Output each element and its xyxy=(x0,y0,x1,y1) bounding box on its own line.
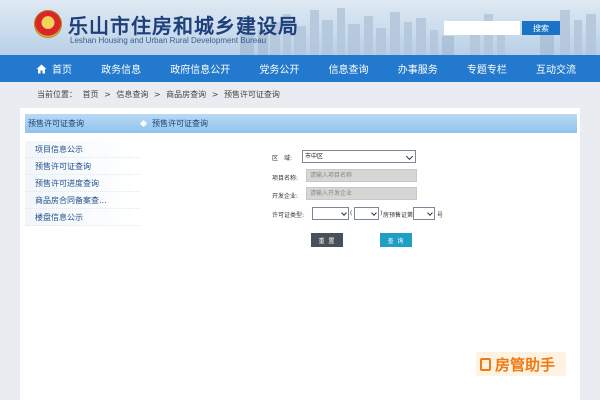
breadcrumb-separator: > xyxy=(153,90,161,99)
home-icon xyxy=(36,64,47,73)
chevron-down-icon xyxy=(371,210,377,216)
breadcrumb-housing-query[interactable]: 商品房查询 xyxy=(166,90,206,99)
nav-item-special-topics[interactable]: 专题专栏 xyxy=(467,61,507,76)
nav-item-party-affairs[interactable]: 党务公开 xyxy=(259,61,299,76)
breadcrumb-separator: > xyxy=(211,90,219,99)
nav-item-label: 首页 xyxy=(52,65,72,76)
main-nav: 首页 政务信息 政府信息公开 党务公开 信息查询 办事服务 专题专栏 互动交流 xyxy=(0,55,600,82)
nav-item-services[interactable]: 办事服务 xyxy=(398,61,438,76)
sidebar-title: 预售许可证查询 xyxy=(25,114,139,133)
license-number-select[interactable] xyxy=(413,207,435,220)
license-mid-label: 房预售证第 xyxy=(383,212,414,219)
sidebar-item-presale-license[interactable]: 预售许可证查询 xyxy=(25,158,139,175)
nav-item-government-info[interactable]: 政务信息 xyxy=(101,61,141,76)
project-name-input[interactable]: 请输入项目名称 xyxy=(306,169,417,182)
developer-label: 开发企业: xyxy=(272,193,299,200)
sidebar-item-license-progress[interactable]: 预售许可进度查询 xyxy=(25,175,139,192)
site-title: 乐山市住房和城乡建设局 xyxy=(68,14,299,38)
content-title-bar: 预售许可证查询 xyxy=(131,114,577,133)
watermark-text: 房管助手 xyxy=(495,355,556,374)
site-header: 乐山市住房和城乡建设局 Leshan Housing and Urban Rur… xyxy=(0,0,600,55)
house-manager-logo-icon xyxy=(480,357,491,371)
watermark-badge: 房管助手 xyxy=(476,352,566,376)
content-title: 预售许可证查询 xyxy=(152,119,208,128)
license-type-label: 许可证类型: xyxy=(272,212,305,219)
region-select[interactable]: 市中区 xyxy=(302,150,416,163)
paren-close: ) xyxy=(380,210,383,217)
sidebar-item-project-info[interactable]: 项目信息公示 xyxy=(25,141,139,158)
nav-item-interaction[interactable]: 互动交流 xyxy=(536,61,576,76)
nav-item-info-query[interactable]: 信息查询 xyxy=(329,61,369,76)
nav-item-info-disclosure[interactable]: 政府信息公开 xyxy=(170,61,230,76)
sidebar-item-contract-filing[interactable]: 商品房合同备案查... xyxy=(25,192,139,209)
project-name-label: 项目名称: xyxy=(272,175,299,182)
breadcrumb: 当前位置： 首页 > 信息查询 > 商品房查询 > 预售许可证查询 xyxy=(37,89,283,100)
sidebar-list: 项目信息公示 预售许可证查询 预售许可进度查询 商品房合同备案查... 楼盘信息… xyxy=(25,141,139,226)
region-label: 区 域: xyxy=(272,155,293,162)
breadcrumb-separator: > xyxy=(104,90,111,99)
paren-open: ( xyxy=(350,210,353,217)
license-end-label: 号 xyxy=(437,212,444,219)
query-button[interactable]: 查 询 xyxy=(380,233,412,247)
chevron-down-icon xyxy=(427,210,433,216)
breadcrumb-home[interactable]: 首页 xyxy=(83,90,99,99)
nav-item-home[interactable]: 首页 xyxy=(36,61,72,76)
search-button[interactable]: 搜索 xyxy=(522,21,560,35)
sidebar-item-estate-info[interactable]: 楼盘信息公示 xyxy=(25,209,139,226)
national-emblem-icon xyxy=(34,10,62,38)
region-select-value: 市中区 xyxy=(305,153,324,160)
chevron-down-icon xyxy=(341,210,347,216)
license-year-select[interactable] xyxy=(354,207,379,220)
sidebar: 预售许可证查询 项目信息公示 预售许可证查询 预售许可进度查询 商品房合同备案查… xyxy=(25,114,139,234)
diamond-bullet-icon xyxy=(139,119,148,128)
license-type-select[interactable] xyxy=(312,207,349,220)
breadcrumb-info-query[interactable]: 信息查询 xyxy=(116,90,148,99)
site-subtitle: Leshan Housing and Urban Rural Developme… xyxy=(70,36,267,45)
breadcrumb-current: 预售许可证查询 xyxy=(223,90,280,99)
chevron-down-icon xyxy=(405,152,414,161)
breadcrumb-prefix: 当前位置： xyxy=(37,90,77,99)
developer-input[interactable]: 请输入开发企业 xyxy=(306,187,417,200)
reset-button[interactable]: 重 置 xyxy=(311,233,343,247)
search-input[interactable] xyxy=(444,21,520,35)
